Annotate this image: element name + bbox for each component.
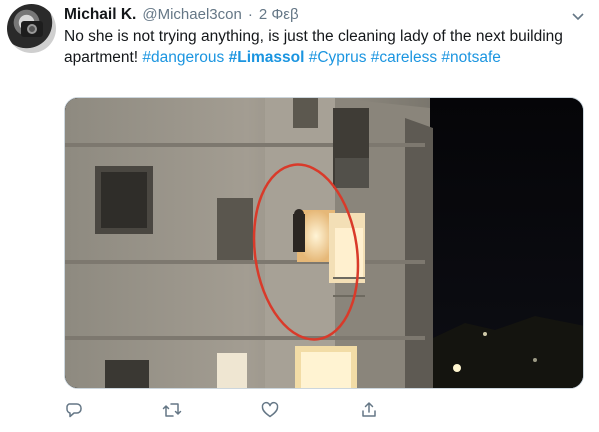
hashtag-limassol[interactable]: #Limassol [229, 49, 305, 66]
hashtag-careless[interactable]: #careless [371, 49, 437, 66]
tweet-header: Michail K. @Michael3con · 2 Φεβ [64, 6, 299, 28]
author-name[interactable]: Michail K. [64, 6, 136, 24]
tweet-text: No she is not trying anything, is just t… [64, 27, 589, 68]
share-icon[interactable] [359, 400, 379, 420]
hashtag-dangerous[interactable]: #dangerous [142, 49, 224, 66]
hashtag-notsafe[interactable]: #notsafe [441, 49, 500, 66]
avatar[interactable] [7, 4, 56, 53]
heart-icon[interactable] [260, 400, 280, 420]
retweet-icon[interactable] [162, 400, 182, 420]
tweet-card[interactable]: Michail K. @Michael3con · 2 Φεβ No she i… [0, 0, 599, 432]
photo-night-building [65, 98, 583, 388]
reply-icon[interactable] [64, 400, 84, 420]
separator: · [247, 6, 253, 23]
hashtag-cyprus[interactable]: #Cyprus [309, 49, 367, 66]
tweet-time[interactable]: 2 Φεβ [259, 6, 299, 23]
chevron-down-icon[interactable] [571, 10, 585, 24]
author-handle[interactable]: @Michael3con [142, 6, 241, 23]
tweet-actions [64, 400, 464, 420]
camera-lens [27, 24, 37, 34]
tweet-photo[interactable] [64, 97, 584, 389]
